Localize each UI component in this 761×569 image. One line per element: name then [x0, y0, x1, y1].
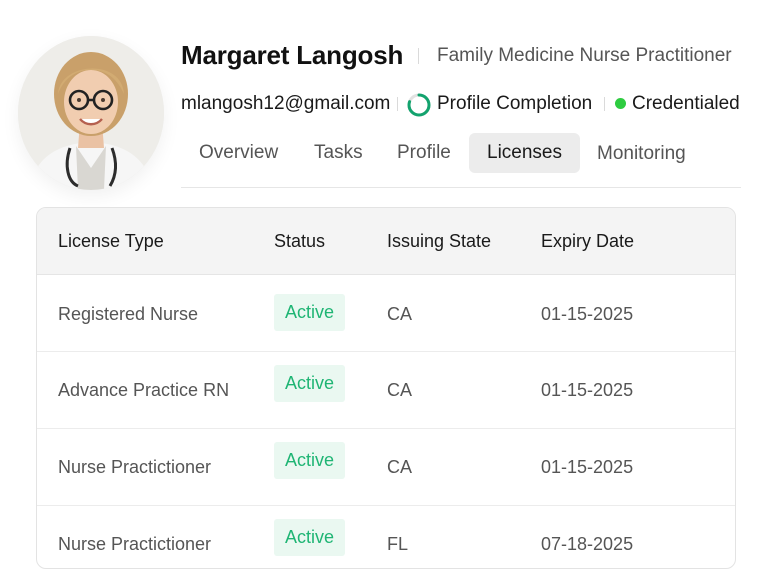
issuing-state-cell: CA [387, 457, 413, 477]
tab-overview[interactable]: Overview [199, 142, 278, 164]
profile-photo [18, 36, 164, 190]
tab-monitoring[interactable]: Monitoring [597, 143, 686, 165]
divider [418, 48, 419, 64]
tabs-underline [181, 187, 741, 188]
profile-name: Margaret Langosh [181, 40, 404, 70]
status-badge: Active [274, 294, 346, 331]
expiry-date-cell: 01-15-2025 [541, 457, 634, 477]
table-row[interactable]: Nurse Practictioner Active FL 07-18-2025 [37, 505, 735, 568]
status-badge: Active [274, 519, 346, 556]
tab-licenses[interactable]: Licenses [469, 133, 580, 173]
table-row[interactable]: Advance Practice RN Active CA 01-15-2025 [37, 351, 735, 429]
status-badge: Active [274, 442, 346, 479]
license-type-cell: Registered Nurse [58, 304, 199, 324]
table-row[interactable]: Nurse Practictioner Active CA 01-15-2025 [37, 428, 735, 506]
table-header: License Type Status Issuing State Expiry… [37, 208, 735, 275]
license-type-cell: Nurse Practictioner [58, 534, 212, 554]
credentialed-status-dot-icon [615, 98, 626, 109]
licenses-table: License Type Status Issuing State Expiry… [36, 207, 736, 569]
divider [604, 97, 605, 111]
header-expiry-date[interactable]: Expiry Date [541, 231, 634, 252]
header-status[interactable]: Status [274, 231, 325, 252]
expiry-date-cell: 07-18-2025 [541, 534, 634, 554]
header-license-type[interactable]: License Type [58, 231, 164, 252]
table-row[interactable]: Registered Nurse Active CA 01-15-2025 [37, 274, 735, 352]
profile-role: Family Medicine Nurse Practitioner [437, 45, 732, 66]
divider [397, 97, 398, 111]
header-issuing-state[interactable]: Issuing State [387, 231, 491, 252]
status-badge: Active [274, 365, 346, 402]
credential-status: Credentialed [632, 93, 740, 114]
expiry-date-cell: 01-15-2025 [541, 304, 634, 324]
tab-profile[interactable]: Profile [397, 142, 451, 164]
profile-email[interactable]: mlangosh12@gmail.com [181, 93, 390, 115]
license-type-cell: Nurse Practictioner [58, 457, 212, 477]
issuing-state-cell: FL [387, 534, 409, 554]
expiry-date-cell: 01-15-2025 [541, 380, 634, 400]
profile-completion-ring-icon [407, 93, 431, 117]
license-type-cell: Advance Practice RN [58, 380, 230, 400]
issuing-state-cell: CA [387, 304, 413, 324]
issuing-state-cell: CA [387, 380, 413, 400]
tab-tasks[interactable]: Tasks [314, 142, 363, 164]
avatar [18, 36, 164, 190]
profile-completion-label[interactable]: Profile Completion [437, 93, 592, 115]
